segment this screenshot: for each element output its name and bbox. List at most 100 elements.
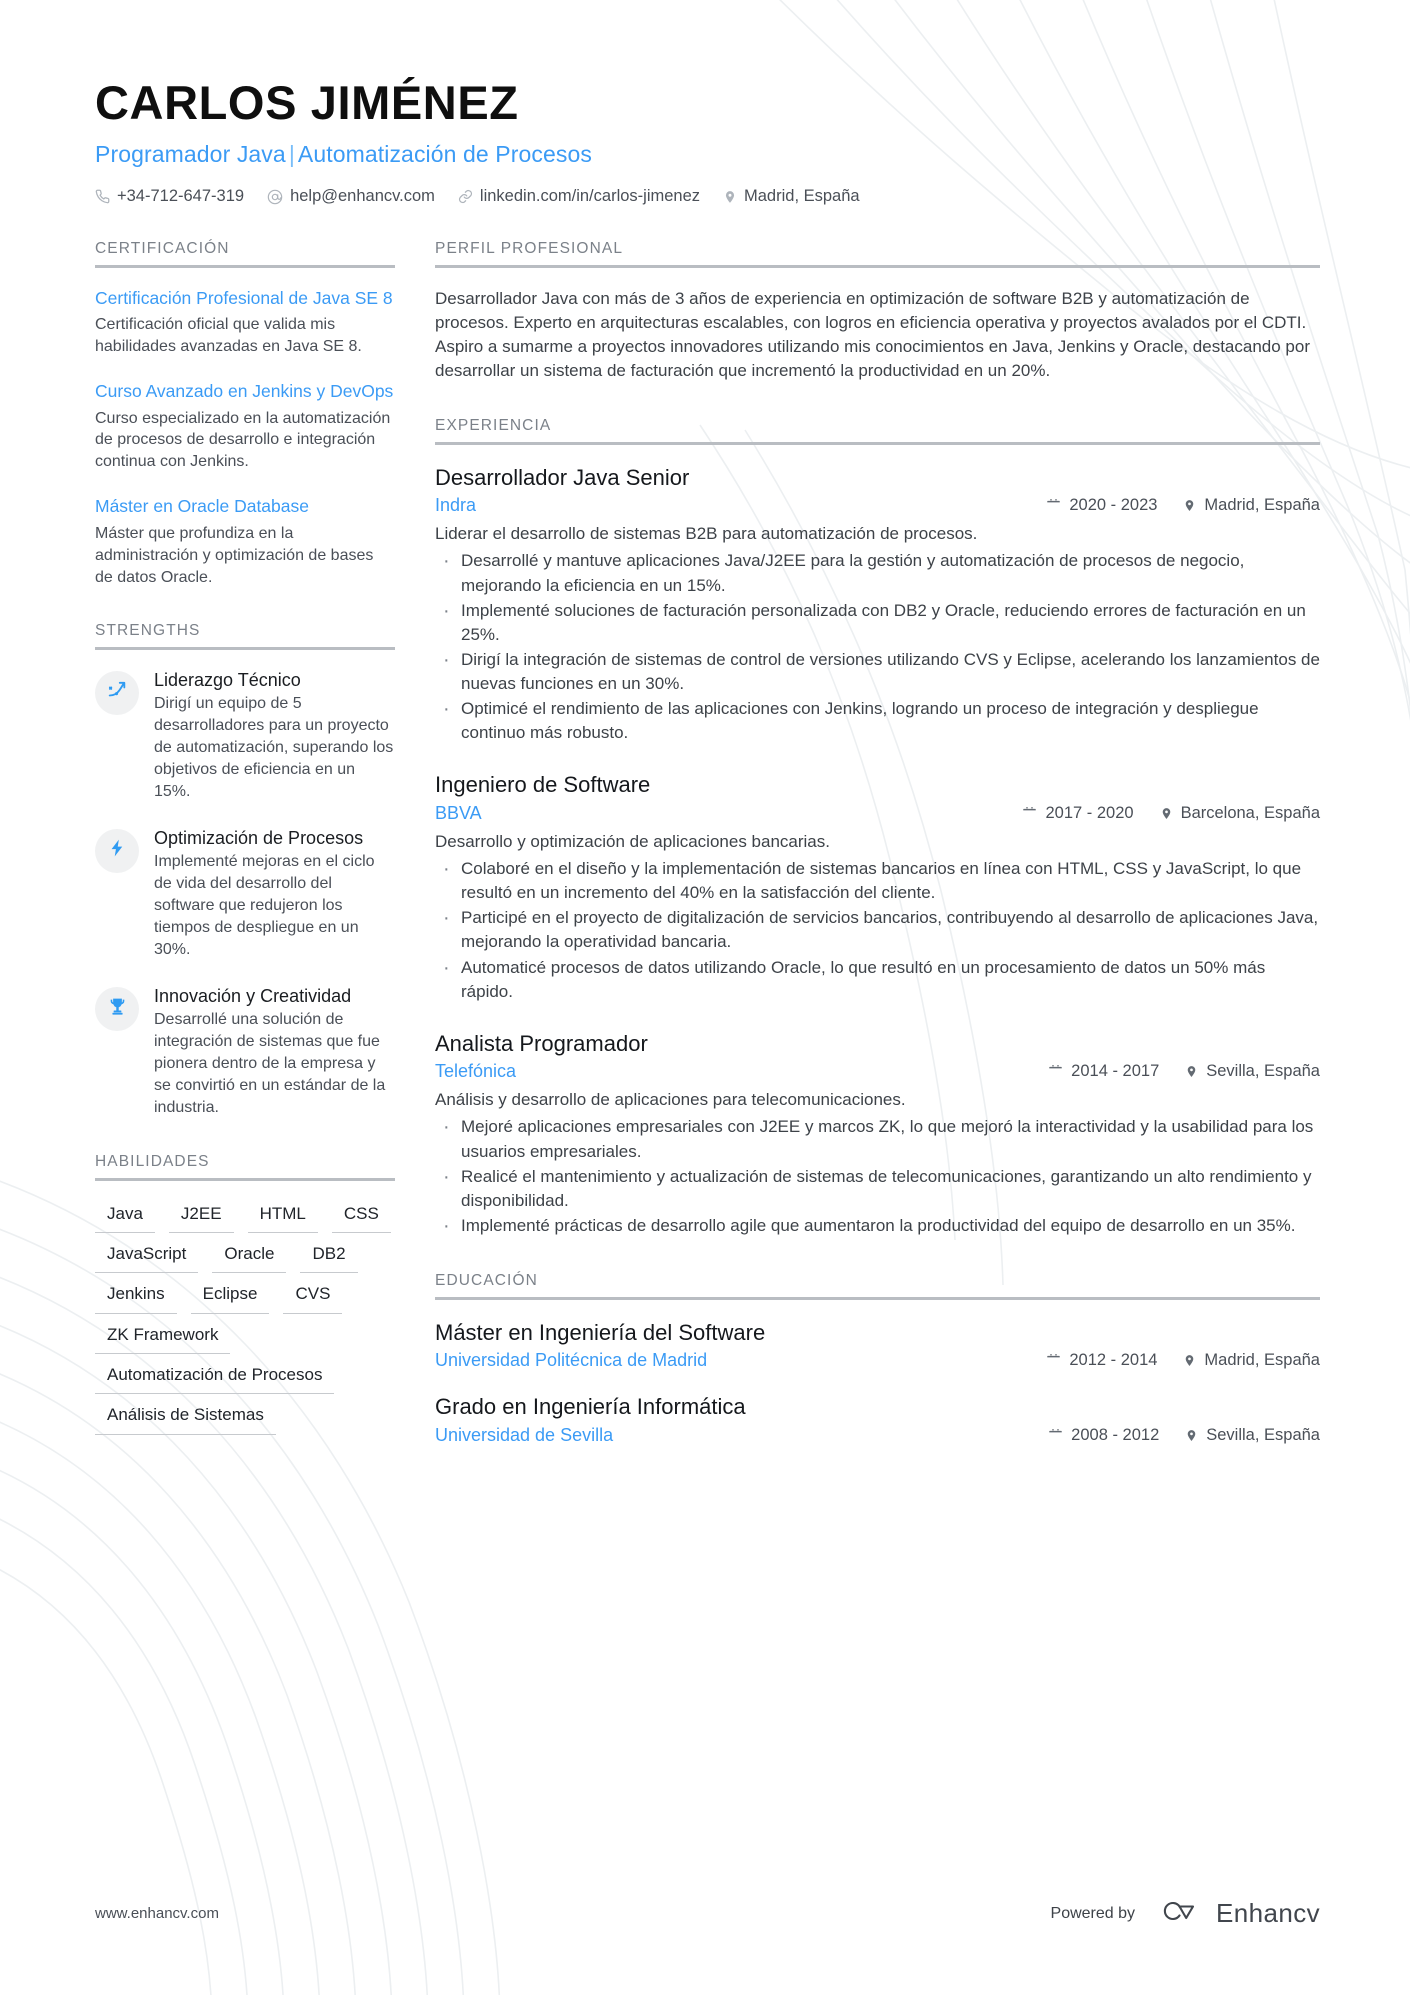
job-summary: Desarrollo y optimización de aplicacione… (435, 831, 830, 851)
job-location-text: Barcelona, España (1180, 803, 1320, 822)
calendar-icon (1048, 1428, 1063, 1443)
experience-item: Ingeniero de Software BBVA 2017 - 2020 B… (435, 771, 1320, 1003)
skill-tag[interactable]: Automatización de Procesos (95, 1361, 335, 1395)
education-location-text: Madrid, España (1204, 1351, 1320, 1370)
strength-description: Implementé mejoras en el ciclo de vida d… (154, 853, 375, 959)
education-location-text: Sevilla, España (1206, 1425, 1320, 1444)
job-summary: Análisis y desarrollo de aplicaciones pa… (435, 1090, 906, 1110)
section-experience: EXPERIENCIA Desarrollador Java Senior In… (435, 417, 1320, 1241)
job-location-text: Madrid, España (1204, 496, 1320, 515)
job-title: Analista Programador (435, 1030, 648, 1056)
education-location: Madrid, España (1183, 1351, 1320, 1370)
job-dates: 2014 - 2017 (1048, 1062, 1159, 1081)
skill-tag[interactable]: DB2 (300, 1240, 358, 1274)
location-icon (1160, 806, 1173, 821)
education-dates-text: 2012 - 2014 (1069, 1351, 1158, 1370)
job-company[interactable]: Telefónica (435, 1061, 1048, 1082)
contact-location-text: Madrid, España (744, 187, 860, 206)
strength-icon-badge (95, 986, 139, 1031)
skill-tag[interactable]: Java (95, 1200, 155, 1233)
job-bullet: Colaboré en el diseño y la implementació… (435, 855, 1320, 905)
job-location: Sevilla, España (1185, 1062, 1320, 1081)
job-company[interactable]: Indra (435, 495, 1046, 516)
headline-role: Programador Java (95, 141, 286, 168)
link-icon (458, 189, 473, 204)
skill-tag[interactable]: CSS (331, 1200, 391, 1233)
certification-title[interactable]: Curso Avanzado en Jenkins y DevOps (95, 380, 395, 403)
page-footer: www.enhancv.com Powered by Enhancv (0, 1896, 1410, 1931)
headline-specialty: Automatización de Procesos (297, 141, 592, 168)
contact-location: Madrid, España (723, 187, 860, 206)
strength-description: Dirigí un equipo de 5 desarrolladores pa… (154, 695, 394, 801)
footer-powered-by-label: Powered by (1050, 1904, 1136, 1922)
lightning-bolt-icon (107, 838, 127, 863)
job-bullet-list: Colaboré en el diseño y la implementació… (435, 855, 1320, 1004)
enhancv-logo-icon (1153, 1896, 1205, 1931)
skill-tag[interactable]: HTML (247, 1200, 318, 1233)
location-icon (1183, 498, 1196, 513)
contact-linkedin[interactable]: linkedin.com/in/carlos-jimenez (458, 187, 700, 206)
resume-content: CARLOS JIMÉNEZ Programador Java | Automati… (0, 0, 1410, 1995)
strength-item: Optimización de Procesos Implementé mejo… (95, 827, 395, 961)
location-icon (723, 189, 737, 205)
education-item: Máster en Ingeniería del Software Univer… (435, 1319, 1320, 1372)
trend-arrow-icon (106, 679, 128, 706)
contact-phone-text: +34-712-647-319 (117, 187, 245, 206)
section-divider (435, 265, 1320, 268)
education-dates: 2008 - 2012 (1048, 1426, 1159, 1445)
skill-tag[interactable]: Análisis de Sistemas (95, 1401, 276, 1435)
education-degree: Grado en Ingeniería Informática (435, 1394, 746, 1420)
education-school[interactable]: Universidad de Sevilla (435, 1425, 1048, 1446)
job-dates-text: 2020 - 2023 (1069, 496, 1158, 515)
education-item: Grado en Ingeniería Informática Universi… (435, 1393, 1320, 1446)
certification-description: Curso especializado en la automatización… (95, 409, 391, 471)
certification-title[interactable]: Máster en Oracle Database (95, 495, 395, 518)
contact-phone[interactable]: +34-712-647-319 (95, 187, 244, 206)
professional-headline: Programador Java | Automatización de Proce… (95, 141, 1320, 168)
calendar-icon (1046, 1353, 1061, 1368)
section-title-certification: CERTIFICACIÓN (95, 240, 230, 258)
location-icon (1185, 1428, 1198, 1443)
job-bullet: Desarrollé y mantuve aplicaciones Java/J… (435, 547, 1320, 597)
resume-page: CARLOS JIMÉNEZ Programador Java | Automati… (0, 0, 1410, 1995)
contact-email-text: help@enhancv.com (290, 187, 435, 206)
trophy-icon (107, 996, 128, 1022)
section-title-profile: PERFIL PROFESIONAL (435, 240, 624, 258)
skill-tag[interactable]: JavaScript (95, 1240, 199, 1274)
job-bullet: Mejoré aplicaciones empresariales con J2… (435, 1113, 1320, 1163)
job-bullet: Realicé el mantenimiento y actualización… (435, 1163, 1320, 1213)
strength-body: Optimización de Procesos Implementé mejo… (154, 827, 395, 961)
skill-tag[interactable]: Eclipse (190, 1280, 270, 1314)
certification-title[interactable]: Certificación Profesional de Java SE 8 (95, 287, 395, 310)
footer-branding: Powered by Enhancv (1051, 1896, 1320, 1931)
job-meta-row: Indra 2020 - 2023 Madrid, España (435, 495, 1320, 516)
job-dates-text: 2014 - 2017 (1071, 1062, 1160, 1081)
job-meta-row: BBVA 2017 - 2020 Barcelona, España (435, 803, 1320, 824)
job-company[interactable]: BBVA (435, 803, 1022, 824)
education-dates-text: 2008 - 2012 (1071, 1425, 1160, 1444)
skill-tag[interactable]: Jenkins (95, 1280, 177, 1314)
strength-item: Liderazgo Técnico Dirigí un equipo de 5 … (95, 669, 395, 803)
job-dates: 2017 - 2020 (1022, 804, 1134, 823)
job-bullet-list: Mejoré aplicaciones empresariales con J2… (435, 1113, 1320, 1240)
skill-tag[interactable]: Oracle (212, 1240, 287, 1274)
calendar-icon (1046, 498, 1061, 513)
experience-item: Desarrollador Java Senior Indra 2020 - 2… (435, 464, 1320, 746)
job-location-text: Sevilla, España (1206, 1062, 1320, 1081)
skill-tag[interactable]: CVS (283, 1280, 343, 1314)
job-bullet: Implementé soluciones de facturación per… (435, 597, 1320, 647)
calendar-icon (1048, 1064, 1063, 1079)
skill-tag[interactable]: J2EE (168, 1200, 234, 1233)
education-location: Sevilla, España (1185, 1426, 1320, 1445)
section-divider (435, 1297, 1320, 1300)
education-school[interactable]: Universidad Politécnica de Madrid (435, 1350, 1046, 1371)
footer-url[interactable]: www.enhancv.com (95, 1905, 219, 1922)
education-meta-row: Universidad de Sevilla 2008 - 2012 Sevil… (435, 1425, 1320, 1446)
skill-tag[interactable]: ZK Framework (95, 1321, 231, 1355)
job-meta-right: 2020 - 2023 Madrid, España (1046, 496, 1320, 515)
location-icon (1185, 1064, 1198, 1079)
strength-body: Innovación y Creatividad Desarrollé una … (154, 985, 395, 1119)
experience-item: Analista Programador Telefónica 2014 - 2… (435, 1030, 1320, 1241)
contact-email[interactable]: help@enhancv.com (267, 187, 435, 206)
resume-columns: CERTIFICACIÓN Certificación Profesional … (0, 206, 1410, 1479)
